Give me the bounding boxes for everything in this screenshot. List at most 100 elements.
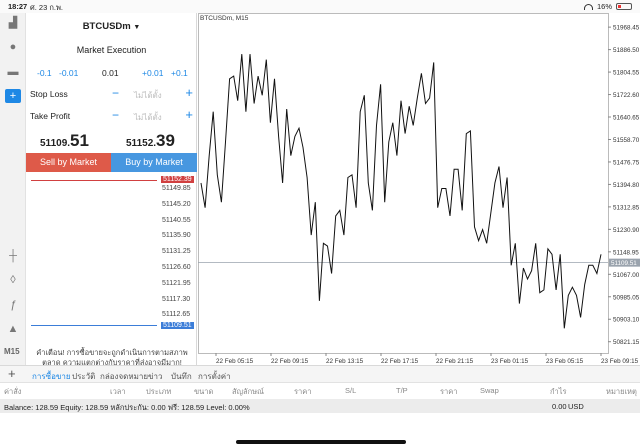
y-tick-label: 51476.75 — [613, 159, 640, 166]
volume-minus-big[interactable]: -0.1 — [37, 68, 52, 78]
volume-value[interactable]: 0.01 — [102, 68, 119, 78]
y-tick-label: 50903.10 — [613, 317, 640, 324]
x-tick-label: 22 Feb 05:15 — [216, 358, 254, 365]
take-profit-row: Take Profit − ไม่ได้ตั้ง + — [30, 107, 193, 124]
symbol-name: BTCUSDm — [82, 21, 131, 32]
tab-mailbox[interactable]: กล่องจดหมาย — [100, 370, 148, 383]
column-profit[interactable]: กำไร — [550, 386, 567, 398]
volume-plus-big[interactable]: +0.1 — [171, 68, 188, 78]
status-bar: 18:27 ศ. 23 ก.พ. 16% — [0, 0, 640, 13]
y-tick-label: 51722.60 — [613, 92, 640, 99]
toolbox-tabs: + การซื้อขาย ประวัติ กล่องจดหมาย ข่าว บั… — [0, 365, 640, 384]
stop-loss-plus-button[interactable]: + — [185, 85, 193, 100]
home-indicator[interactable] — [236, 440, 406, 444]
y-tick-label: 50821.15 — [613, 339, 640, 346]
timeframe-label[interactable]: M15 — [4, 347, 20, 356]
tab-history[interactable]: ประวัติ — [72, 370, 95, 383]
column-time[interactable]: เวลา — [110, 386, 126, 398]
volume-plus-small[interactable]: +0.01 — [142, 68, 164, 78]
buy-by-market-button[interactable]: Buy by Market — [111, 153, 197, 172]
battery-icon — [616, 3, 632, 10]
ladder-tick-label: 51149.85 — [162, 185, 191, 192]
order-panel: BTCUSDm ▼ Market Execution -0.1 -0.01 0.… — [26, 13, 197, 367]
left-toolbar: ▟ ● ▬ + ┼ ◊ ƒ ▲ M15 — [0, 13, 26, 365]
stop-loss-minus-button[interactable]: − — [112, 86, 119, 100]
take-profit-input[interactable]: ไม่ได้ตั้ง — [134, 111, 162, 124]
column-volume[interactable]: ขนาด — [194, 386, 213, 398]
status-time: 18:27 — [8, 2, 28, 11]
volume-minus-small[interactable]: -0.01 — [59, 68, 78, 78]
x-tick-label: 22 Feb 13:15 — [326, 358, 364, 365]
column-sl[interactable]: S/L — [345, 386, 356, 395]
y-tick-label: 51148.95 — [613, 249, 639, 256]
y-tick-label: 50985.05 — [613, 294, 640, 301]
crosshair-icon[interactable]: ┼ — [5, 249, 21, 263]
sell-by-market-button[interactable]: Sell by Market — [26, 153, 111, 172]
tab-settings[interactable]: การตั้งค่า — [198, 370, 231, 383]
take-profit-label: Take Profit — [30, 111, 71, 121]
y-tick-label: 51640.65 — [613, 115, 640, 122]
y-tick-label: 51804.55 — [613, 70, 640, 77]
ladder-tick-label: 51140.55 — [162, 216, 191, 224]
execution-type[interactable]: Market Execution — [26, 45, 197, 55]
ladder-tick-label: 51131.25 — [162, 248, 191, 256]
x-tick-label: 23 Feb 09:15 — [601, 358, 639, 365]
ladder-ask-label: 51152.39 — [161, 176, 194, 183]
objects-icon[interactable]: ▲ — [5, 322, 21, 336]
add-order-icon[interactable]: + — [8, 366, 16, 381]
y-tick-label: 51968.45 — [613, 25, 640, 32]
column-price[interactable]: ราคา — [294, 386, 311, 398]
column-current-price[interactable]: ราคา — [440, 386, 457, 398]
x-tick-label: 22 Feb 09:15 — [271, 358, 309, 365]
status-right: 16% — [583, 2, 632, 11]
symbol-selector[interactable]: BTCUSDm ▼ — [26, 21, 197, 32]
price-quotes: 51109.51 51152.39 — [26, 131, 197, 151]
stop-loss-label: Stop Loss — [30, 89, 68, 99]
plot-frame — [198, 13, 609, 354]
take-profit-minus-button[interactable]: − — [112, 108, 119, 122]
stop-loss-input[interactable]: ไม่ได้ตั้ง — [134, 89, 162, 102]
column-type[interactable]: ประเภท — [146, 386, 171, 398]
current-price-label: 51109.51 — [611, 260, 637, 267]
column-comment[interactable]: หมายเหตุ — [606, 386, 637, 398]
tab-journal[interactable]: บันทึก — [171, 370, 192, 383]
chart-canvas[interactable]: 51968.45 51886.50 51804.55 51722.60 51640.65… — [198, 13, 640, 365]
chevron-down-icon: ▼ — [133, 24, 141, 31]
ladder-tick-label: 51121.95 — [162, 279, 191, 287]
y-tick-label: 51067.00 — [613, 272, 640, 279]
ask-price: 51152.39 — [126, 131, 175, 150]
bid-line — [31, 325, 157, 326]
price-ladder: 51152.39 51149.85 51145.20 51140.55 51135.9… — [31, 175, 197, 335]
price-chart[interactable]: BTCUSDm, M15 51968.45 51886.50 51804.55 517… — [198, 13, 640, 365]
take-profit-plus-button[interactable]: + — [185, 107, 193, 122]
chat-icon[interactable]: ▬ — [5, 65, 21, 79]
balance-row: Balance: 128.59 Equity: 128.59 หลักประกั… — [0, 399, 640, 413]
column-swap[interactable]: Swap — [480, 386, 499, 395]
x-tick-label: 22 Feb 21:15 — [436, 358, 474, 365]
y-tick-label: 51230.90 — [613, 227, 640, 234]
function-icon[interactable]: ƒ — [5, 298, 21, 312]
tab-trade[interactable]: การซื้อขาย — [32, 370, 71, 384]
indicators-icon[interactable]: ◊ — [5, 273, 21, 287]
x-tick-label: 23 Feb 01:15 — [491, 358, 529, 365]
column-symbol[interactable]: สัญลักษณ์ — [232, 386, 264, 398]
x-tick-label: 23 Feb 05:15 — [546, 358, 584, 365]
volume-stepper: -0.1 -0.01 0.01 +0.01 +0.1 — [26, 68, 197, 80]
battery-percent: 16% — [596, 2, 612, 11]
tab-news[interactable]: ข่าว — [148, 370, 162, 383]
new-order-icon[interactable]: + — [5, 89, 21, 103]
y-tick-label: 51312.85 — [613, 204, 640, 211]
wifi-icon — [583, 3, 593, 10]
stop-loss-row: Stop Loss − ไม่ได้ตั้ง + — [30, 85, 193, 102]
y-tick-label: 51558.70 — [613, 137, 640, 144]
total-profit: 0.00 — [552, 402, 567, 411]
chart-icon[interactable]: ▟ — [5, 16, 21, 30]
bid-price: 51109.51 — [40, 131, 89, 150]
column-tp[interactable]: T/P — [396, 386, 408, 395]
account-icon[interactable]: ● — [5, 40, 21, 54]
column-order[interactable]: ค่าสั่ง — [4, 386, 21, 398]
price-series-line — [200, 54, 602, 329]
y-tick-label: 51886.50 — [613, 47, 640, 54]
ladder-tick-label: 51135.90 — [162, 232, 191, 240]
ask-line — [31, 180, 157, 181]
